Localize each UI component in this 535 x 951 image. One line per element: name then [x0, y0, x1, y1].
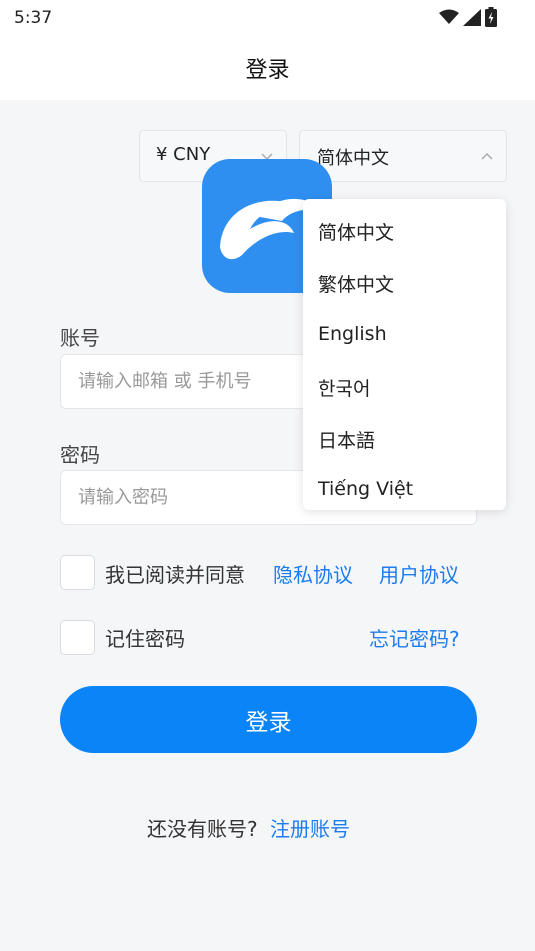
- register-link[interactable]: 注册账号: [270, 817, 350, 841]
- no-account-text: 还没有账号?: [147, 817, 258, 841]
- chevron-up-icon: [481, 152, 493, 160]
- status-time: 5:37: [14, 8, 53, 28]
- forgot-password-link[interactable]: 忘记密码?: [369, 623, 460, 652]
- language-option-vi[interactable]: Tiếng Việt: [318, 478, 413, 500]
- remember-text: 记住密码: [105, 627, 185, 651]
- register-prompt: 还没有账号? 注册账号: [147, 813, 350, 842]
- login-button[interactable]: 登录: [60, 686, 477, 753]
- page-title: 登录: [245, 58, 290, 83]
- password-label: 密码: [60, 443, 100, 467]
- language-select[interactable]: 简体中文: [299, 130, 507, 182]
- privacy-policy-link[interactable]: 隐私协议: [273, 559, 353, 588]
- language-option-zh-hant[interactable]: 繁体中文: [318, 270, 394, 297]
- battery-icon: [485, 7, 497, 27]
- account-label: 账号: [60, 326, 100, 350]
- agree-checkbox[interactable]: [60, 555, 95, 590]
- language-option-en[interactable]: English: [318, 323, 387, 345]
- signal-icon: [463, 8, 481, 26]
- nav-bar: 登录: [0, 40, 535, 100]
- wifi-icon: [439, 9, 459, 24]
- remember-checkbox[interactable]: [60, 620, 95, 655]
- language-option-ja[interactable]: 日本語: [318, 426, 375, 453]
- user-agreement-link[interactable]: 用户协议: [379, 559, 459, 588]
- status-bar: 5:37: [0, 0, 535, 40]
- agree-text: 我已阅读并同意: [105, 563, 245, 587]
- language-option-ko[interactable]: 한국어: [318, 374, 370, 401]
- language-select-value: 简体中文: [317, 148, 389, 169]
- language-option-zh-hans[interactable]: 简体中文: [318, 218, 394, 245]
- language-dropdown: 简体中文 繁体中文 English 한국어 日本語 Tiếng Việt: [303, 199, 506, 510]
- status-icons: [439, 6, 497, 28]
- currency-select-value: ¥ CNY: [156, 144, 211, 165]
